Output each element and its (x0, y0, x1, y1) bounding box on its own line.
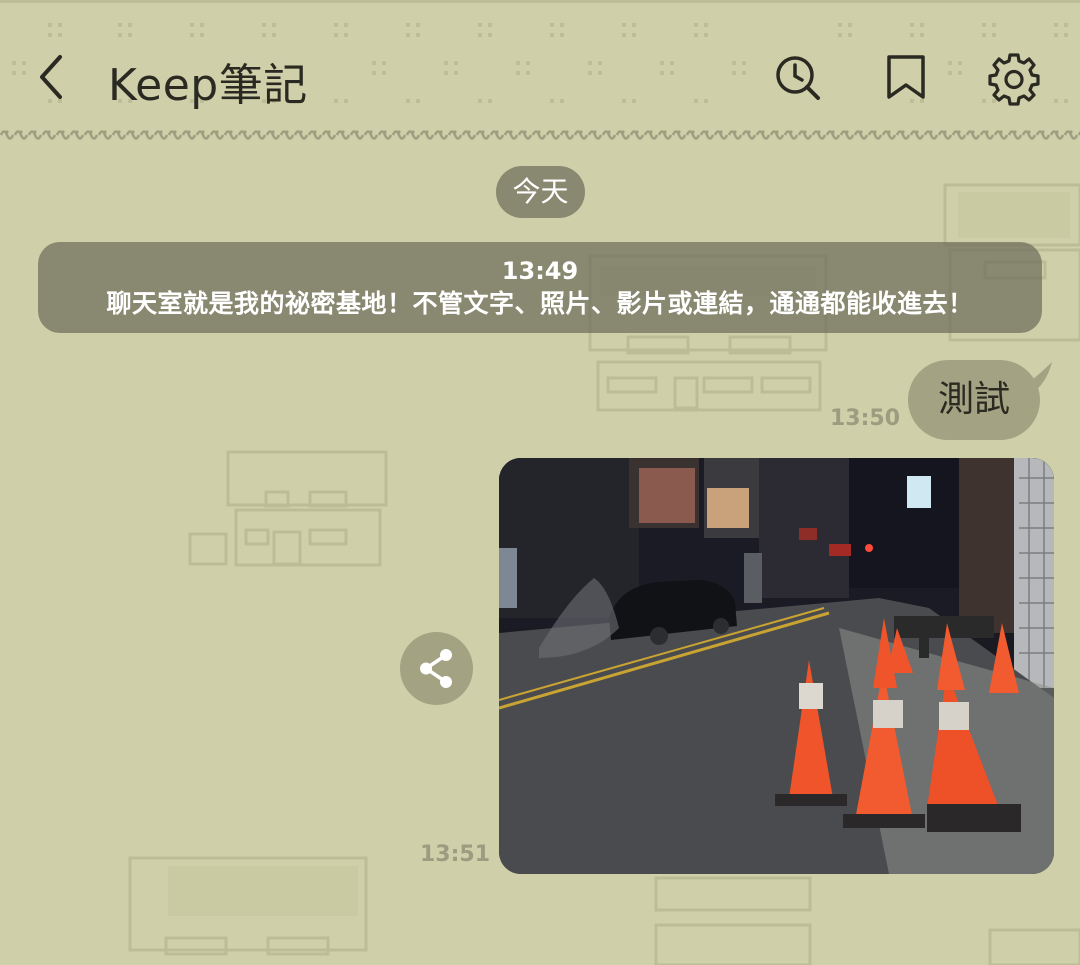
system-message-time: 13:49 (501, 257, 579, 285)
system-message: 13:49 聊天室就是我的祕密基地！不管文字、照片、影片或連結，通通都能收進去！ (38, 242, 1042, 333)
back-button[interactable] (28, 47, 76, 107)
settings-button[interactable] (986, 47, 1042, 107)
share-button[interactable] (400, 632, 473, 705)
page-title: Keep筆記 (108, 60, 308, 111)
image-message[interactable] (499, 458, 1054, 874)
chevron-left-icon (40, 55, 62, 99)
message-timestamp: 13:50 (830, 406, 901, 431)
system-message-text: 聊天室就是我的祕密基地！不管文字、照片、影片或連結，通通都能收進去！ (106, 289, 974, 318)
app-header: Keep筆記 (0, 0, 1080, 143)
share-icon (420, 649, 452, 688)
street-photo (499, 458, 1054, 874)
history-search-button[interactable] (770, 47, 826, 107)
history-search-icon (776, 56, 820, 100)
header-border (0, 127, 1080, 143)
date-separator: 今天 (496, 166, 585, 218)
text-message-bubble[interactable]: 測試 (908, 360, 1040, 440)
bookmark-button[interactable] (878, 47, 934, 107)
gear-icon (988, 53, 1040, 106)
bookmark-icon (887, 55, 925, 99)
image-timestamp: 13:51 (420, 842, 491, 867)
